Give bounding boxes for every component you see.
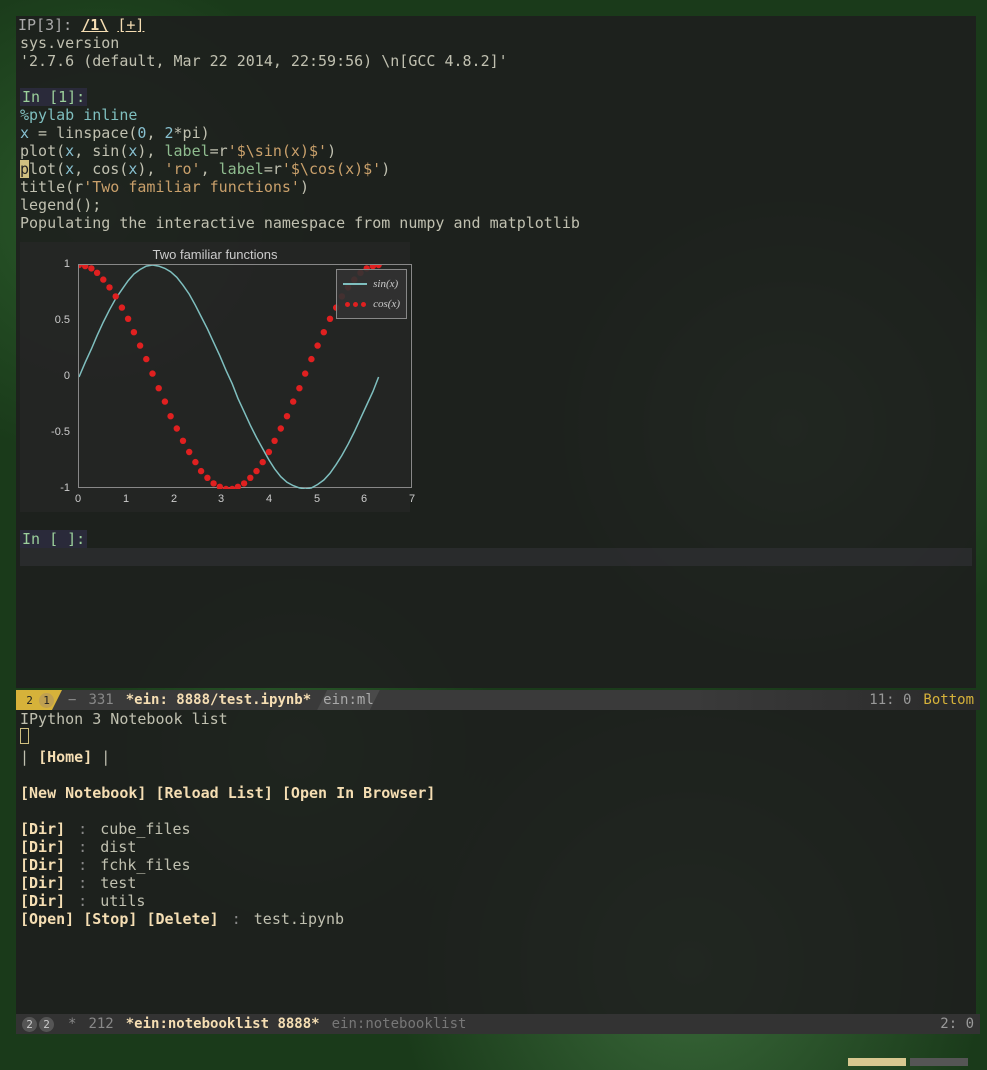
decorative-boxes <box>848 1058 968 1066</box>
legend-line-icon <box>343 283 367 285</box>
cell-prompt: In [ ]: <box>20 530 87 548</box>
notebook-row: [Open] [Stop] [Delete] : test.ipynb <box>20 910 972 928</box>
xtick: 2 <box>171 490 177 508</box>
notebooklist-header: IPython 3 Notebook list <box>20 710 972 728</box>
legend-label: sin(x) <box>373 275 398 293</box>
modeline-major-mode: ein:ml <box>317 690 380 710</box>
modeline-cursor-pos: 2: 0 <box>934 1014 980 1034</box>
cursor: p <box>20 160 29 178</box>
code-line: x = linspace(0, 2*pi) <box>20 124 972 142</box>
modeline-window-indicator: 2 2 <box>16 1014 62 1034</box>
ytick: 0.5 <box>55 311 70 329</box>
open-button[interactable]: [Open] <box>20 910 74 928</box>
modeline-cursor-pos: 11: 0 <box>863 690 917 710</box>
dir-name[interactable]: test <box>100 874 136 892</box>
ytick: -1 <box>60 479 70 497</box>
tabbar: IP[3]: /1\ [+] <box>16 16 976 34</box>
ytick: 1 <box>64 255 70 273</box>
xtick: 6 <box>361 490 367 508</box>
new-notebook-button[interactable]: [New Notebook] <box>20 784 146 802</box>
code-line: legend(); <box>20 196 972 214</box>
reload-list-button[interactable]: [Reload List] <box>155 784 272 802</box>
modeline-lineno: 212 <box>82 1014 119 1034</box>
chart-plot-area: sin(x) cos(x) <box>78 264 412 488</box>
ytick: 0 <box>64 367 70 385</box>
cursor <box>20 728 29 744</box>
xtick: 3 <box>218 490 224 508</box>
dir-name[interactable]: utils <box>100 892 145 910</box>
modeline-buffer-name[interactable]: *ein: 8888/test.ipynb* <box>120 690 317 710</box>
modeline-top: 2 1 − 331 *ein: 8888/test.ipynb* ein:ml … <box>16 690 980 710</box>
tab-active[interactable]: /1\ <box>81 16 108 34</box>
output-line: sys.version <box>20 34 972 52</box>
dir-button[interactable]: [Dir] <box>20 892 65 910</box>
dir-row: [Dir] : test <box>20 874 972 892</box>
home-button[interactable]: [Home] <box>38 748 92 766</box>
stop-button[interactable]: [Stop] <box>83 910 137 928</box>
xtick: 5 <box>314 490 320 508</box>
dir-button[interactable]: [Dir] <box>20 820 65 838</box>
xtick: 4 <box>266 490 272 508</box>
xtick: 0 <box>75 490 81 508</box>
notebooklist-nav: | [Home] | <box>20 748 972 766</box>
notebook-name[interactable]: test.ipynb <box>254 910 344 928</box>
code-line: title(r'Two familiar functions') <box>20 178 972 196</box>
chart-title: Two familiar functions <box>20 242 410 264</box>
legend-label: cos(x) <box>373 295 400 313</box>
modeline-modified: * <box>62 1014 82 1034</box>
notebooklist-panel: IPython 3 Notebook list | [Home] | [New … <box>16 710 976 1014</box>
ytick: -0.5 <box>51 423 70 441</box>
chart-output: Two familiar functions sin(x) cos(x) 1 0… <box>20 242 410 512</box>
dir-button[interactable]: [Dir] <box>20 856 65 874</box>
dir-name[interactable]: dist <box>100 838 136 856</box>
dir-row: [Dir] : dist <box>20 838 972 856</box>
code-line: plot(x, sin(x), label=r'$\sin(x)$') <box>20 142 972 160</box>
notebooklist-actions: [New Notebook] [Reload List] [Open In Br… <box>20 784 972 802</box>
output-line: '2.7.6 (default, Mar 22 2014, 22:59:56) … <box>20 52 972 70</box>
output-prev: sys.version '2.7.6 (default, Mar 22 2014… <box>16 34 976 70</box>
dir-row: [Dir] : cube_files <box>20 820 972 838</box>
notebook-panel: IP[3]: /1\ [+] sys.version '2.7.6 (defau… <box>16 16 976 688</box>
delete-button[interactable]: [Delete] <box>146 910 218 928</box>
modeline-bottom: 2 2 * 212 *ein:notebooklist 8888* ein:no… <box>16 1014 980 1034</box>
dir-name[interactable]: cube_files <box>100 820 190 838</box>
dir-button[interactable]: [Dir] <box>20 838 65 856</box>
modeline-lineno: 331 <box>82 690 119 710</box>
tab-add-button[interactable]: [+] <box>117 16 144 34</box>
cell-prompt: In [1]: <box>20 88 87 106</box>
tabbar-label: IP[3]: <box>18 16 72 34</box>
legend-dots-icon <box>343 302 367 307</box>
xtick: 1 <box>123 490 129 508</box>
dir-button[interactable]: [Dir] <box>20 874 65 892</box>
dir-name[interactable]: fchk_files <box>100 856 190 874</box>
xtick: 7 <box>409 490 415 508</box>
code-line-cursor: plot(x, cos(x), 'ro', label=r'$\cos(x)$'… <box>20 160 972 178</box>
modeline-dash: − <box>62 690 82 710</box>
open-in-browser-button[interactable]: [Open In Browser] <box>282 784 436 802</box>
cell-1[interactable]: In [1]: %pylab inline x = linspace(0, 2*… <box>16 88 976 232</box>
modeline-major-mode: ein:notebooklist <box>326 1014 473 1034</box>
cell-output: Populating the interactive namespace fro… <box>20 214 972 232</box>
code-line: %pylab inline <box>20 106 137 124</box>
dir-row: [Dir] : utils <box>20 892 972 910</box>
cell-empty[interactable]: In [ ]: <box>16 530 976 566</box>
modeline-bottom-indicator: Bottom <box>917 690 980 710</box>
modeline-buffer-name[interactable]: *ein:notebooklist 8888* <box>120 1014 326 1034</box>
dir-row: [Dir] : fchk_files <box>20 856 972 874</box>
modeline-window-indicator: 2 1 <box>16 690 62 710</box>
chart-legend: sin(x) cos(x) <box>336 269 407 319</box>
